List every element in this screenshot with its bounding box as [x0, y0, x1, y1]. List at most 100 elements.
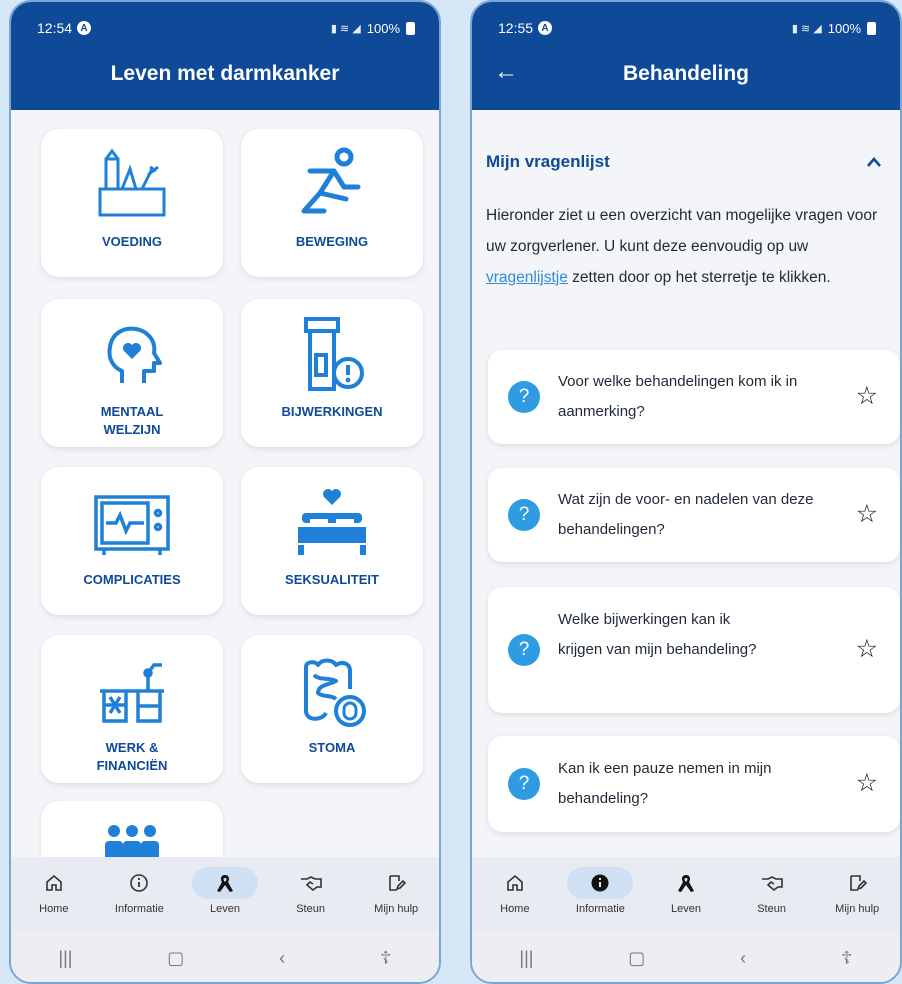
question-text: Wat zijn de voor- en nadelen van deze be…: [558, 491, 814, 538]
handshake-icon: [300, 876, 322, 892]
nav-mijn-hulp[interactable]: Mijn hulp: [356, 867, 436, 915]
question-text: Voor welke behandelingen kom ik in aanme…: [558, 373, 798, 420]
question-mark-icon: ?: [508, 768, 540, 800]
star-icon[interactable]: ☆: [856, 768, 878, 798]
star-icon[interactable]: ☆: [856, 499, 878, 529]
tile-beweging[interactable]: BEWEGING: [241, 129, 423, 277]
edit-note-icon: [389, 875, 407, 891]
nav-home[interactable]: Home: [14, 867, 94, 915]
home-system-button[interactable]: ▢: [167, 948, 184, 969]
bottom-navigation: Home Informatie Leven Steun Mijn hulp: [472, 857, 900, 931]
question-mark-icon: ?: [508, 634, 540, 666]
nav-label: Steun: [757, 903, 786, 915]
tile-label: BIJWERKINGEN: [281, 404, 383, 419]
recents-button[interactable]: |||: [58, 948, 72, 969]
tile-voeding[interactable]: VOEDING: [41, 129, 223, 277]
intro-text-end: zetten door op het sterretje te klikken.: [567, 269, 831, 286]
notification-icon: A: [538, 21, 553, 35]
battery-icon: [406, 21, 415, 35]
heart-monitor-icon: [94, 495, 170, 555]
ribbon-icon: [216, 875, 233, 892]
nav-label: Leven: [209, 903, 240, 915]
nav-steun[interactable]: Steun: [732, 867, 812, 915]
tile-label: COMPLICATIES: [83, 572, 181, 587]
tile-label: SEKSUALITEIT: [285, 572, 379, 587]
nav-label: Informatie: [575, 903, 625, 915]
page-title: Leven met darmkanker: [110, 62, 340, 85]
edit-note-icon: [850, 875, 868, 891]
intro-text-start: Hieronder ziet u een overzicht van mogel…: [486, 207, 878, 255]
signal-icon: ▮ ≋ ◢: [330, 22, 361, 35]
nav-label: Mijn hulp: [835, 903, 880, 915]
tile-werk-financien[interactable]: WERK & FINANCIËN: [41, 635, 223, 783]
nav-mijn-hulp[interactable]: Mijn hulp: [817, 867, 897, 915]
nav-label: Mijn hulp: [374, 903, 419, 915]
question-card[interactable]: ? Wat zijn de voor- en nadelen van deze …: [488, 468, 900, 562]
section-title: Mijn vragenlijst: [486, 152, 610, 171]
nav-label: Steun: [296, 903, 325, 915]
nav-home[interactable]: Home: [475, 867, 555, 915]
status-bar: 12:54 A ▮ ≋ ◢ 100%: [37, 18, 415, 38]
back-system-button[interactable]: ‹: [279, 948, 285, 969]
head-heart-icon: [107, 326, 162, 383]
tile-seksualiteit[interactable]: SEKSUALITEIT: [241, 467, 423, 615]
nav-informatie[interactable]: Informatie: [560, 867, 640, 915]
app-bar: 12:55 A ▮ ≋ ◢ 100% ← Behandeling: [472, 2, 900, 110]
ribbon-icon: [677, 875, 694, 892]
tile-label: WERK & FINANCIËN: [96, 740, 168, 773]
question-card[interactable]: ? Voor welke behandelingen kom ik in aan…: [488, 350, 900, 444]
star-icon[interactable]: ☆: [856, 381, 878, 411]
question-text: Kan ik een pauze nemen in mijn behandeli…: [558, 760, 772, 807]
desk-lamp-icon: [100, 663, 164, 723]
question-card[interactable]: ? Welke bijwerkingen kan ik krijgen van …: [488, 587, 900, 713]
recents-button[interactable]: |||: [519, 948, 533, 969]
chevron-up-icon[interactable]: [866, 156, 882, 168]
status-bar: 12:55 A ▮ ≋ ◢ 100%: [498, 18, 876, 38]
home-icon: [506, 874, 523, 891]
phone-screen-leven: 12:54 A ▮ ≋ ◢ 100% Leven met darmkanker …: [9, 0, 441, 984]
tile-label: VOEDING: [102, 234, 162, 249]
nav-leven[interactable]: Leven: [185, 867, 265, 915]
tile-label: MENTAAL WELZIJN: [100, 404, 164, 437]
nav-label: Informatie: [114, 903, 164, 915]
system-navigation: ||| ▢ ‹ ☦: [11, 931, 439, 982]
page-title: Behandeling: [622, 62, 749, 85]
nav-label: Leven: [670, 903, 701, 915]
handshake-icon: [761, 876, 783, 892]
question-mark-icon: ?: [508, 499, 540, 531]
bottom-navigation: Home Informatie Leven Steun Mijn hulp: [11, 857, 439, 931]
question-card[interactable]: ? Kan ik een pauze nemen in mijn behande…: [488, 736, 900, 832]
tile-label: BEWEGING: [295, 234, 369, 249]
info-icon: [591, 874, 609, 892]
tile-bijwerkingen[interactable]: BIJWERKINGEN: [241, 299, 423, 447]
status-time: 12:55: [498, 20, 534, 36]
phone-screen-behandeling: 12:55 A ▮ ≋ ◢ 100% ← Behandeling Mijn vr…: [470, 0, 902, 984]
questionnaire-link[interactable]: vragenlijstje: [486, 269, 568, 286]
question-text: Welke bijwerkingen kan ik krijgen van mi…: [558, 611, 757, 658]
battery-level: 100%: [827, 20, 861, 36]
accessibility-icon[interactable]: ☦: [841, 948, 853, 969]
back-system-button[interactable]: ‹: [740, 948, 746, 969]
bed-heart-icon: [298, 489, 366, 555]
battery-level: 100%: [366, 20, 400, 36]
section-header[interactable]: Mijn vragenlijst: [486, 152, 882, 172]
groceries-icon: [98, 148, 166, 217]
intro-text: Hieronder ziet u een overzicht van mogel…: [486, 200, 886, 293]
star-icon[interactable]: ☆: [856, 634, 878, 664]
home-icon: [45, 874, 62, 891]
nav-label: Home: [39, 903, 69, 915]
accessibility-icon[interactable]: ☦: [380, 948, 392, 969]
question-mark-icon: ?: [508, 381, 540, 413]
nav-leven[interactable]: Leven: [646, 867, 726, 915]
info-icon: [130, 874, 149, 892]
tile-complicaties[interactable]: COMPLICATIES: [41, 467, 223, 615]
home-system-button[interactable]: ▢: [628, 948, 645, 969]
pill-bottle-alert-icon: [304, 317, 364, 391]
nav-steun[interactable]: Steun: [271, 867, 351, 915]
tile-mentaal-welzijn[interactable]: MENTAAL WELZIJN: [41, 299, 223, 447]
tile-stoma[interactable]: STOMA: [241, 635, 423, 783]
status-time: 12:54: [37, 20, 73, 36]
notification-icon: A: [77, 21, 92, 35]
nav-informatie[interactable]: Informatie: [99, 867, 179, 915]
running-person-icon: [301, 147, 361, 214]
